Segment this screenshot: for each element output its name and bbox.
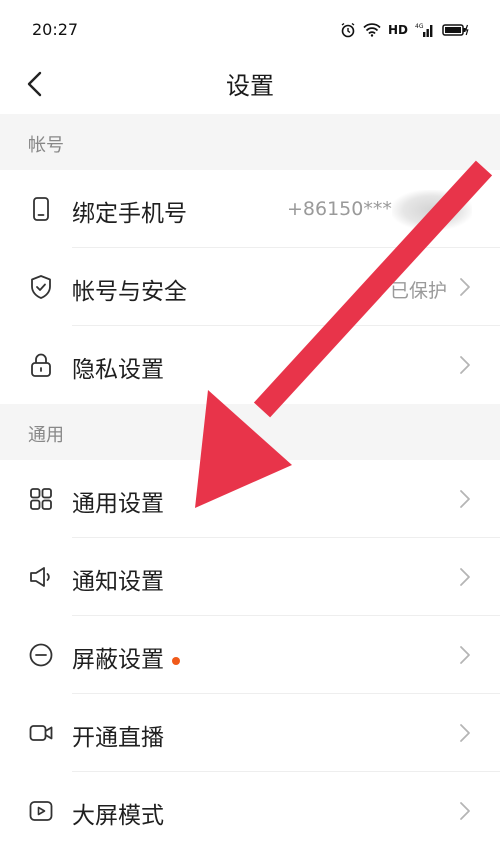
block-icon [29,643,53,667]
row-general-settings[interactable]: 通用设置 [0,460,500,538]
status-time: 20:27 [32,20,79,39]
battery-icon [442,24,469,36]
chevron-right-icon [460,724,470,742]
speaker-icon [30,567,50,587]
security-status-value: 已保护 [390,280,448,302]
row-label-text: 屏蔽设置 [72,647,164,673]
row-label: 大屏模式 [72,803,164,829]
chevron-right-icon [460,356,470,374]
chevron-right-icon [460,802,470,820]
section-header-account: 帐号 [0,114,500,170]
section-title: 通用 [28,425,64,446]
lock-icon [31,353,51,377]
chevron-right-icon [460,490,470,508]
new-badge-dot [172,656,180,665]
row-block-settings[interactable]: 屏蔽设置 [0,616,500,694]
row-label: 帐号与安全 [72,279,187,305]
chevron-right-icon [460,646,470,664]
chevron-right-icon [460,568,470,586]
hd-indicator: HD [387,23,408,37]
section-title: 帐号 [28,135,64,156]
row-label: 隐私设置 [72,357,164,383]
shield-check-icon [31,275,51,299]
row-label: 绑定手机号 [72,201,187,227]
row-notification-settings[interactable]: 通知设置 [0,538,500,616]
page-title: 设置 [226,72,274,100]
grid-icon [30,488,52,510]
nav-bar: 设置 [0,58,500,114]
row-open-live[interactable]: 开通直播 [0,694,500,772]
row-privacy-settings[interactable]: 隐私设置 [0,326,500,404]
status-bar: 20:27 HD 4G [0,0,500,58]
blur-mask [392,190,472,230]
section-header-general: 通用 [0,404,500,460]
phone-icon [33,197,49,221]
row-label: 通用设置 [72,491,164,517]
status-icons: HD 4G [340,18,470,42]
row-account-security[interactable]: 帐号与安全 已保护 [0,248,500,326]
alarm-icon [341,22,355,38]
row-label: 屏蔽设置 [72,640,180,674]
signal-icon: 4G [415,23,433,37]
play-icon [29,801,53,821]
row-label: 开通直播 [72,725,164,751]
phone-number-value: +86150*** [287,198,392,220]
row-label: 通知设置 [72,569,164,595]
wifi-icon [363,23,381,37]
video-camera-icon [29,725,53,741]
svg-text:4G: 4G [415,23,424,30]
chevron-right-icon [460,278,470,296]
row-big-screen-mode[interactable]: 大屏模式 [0,772,500,850]
